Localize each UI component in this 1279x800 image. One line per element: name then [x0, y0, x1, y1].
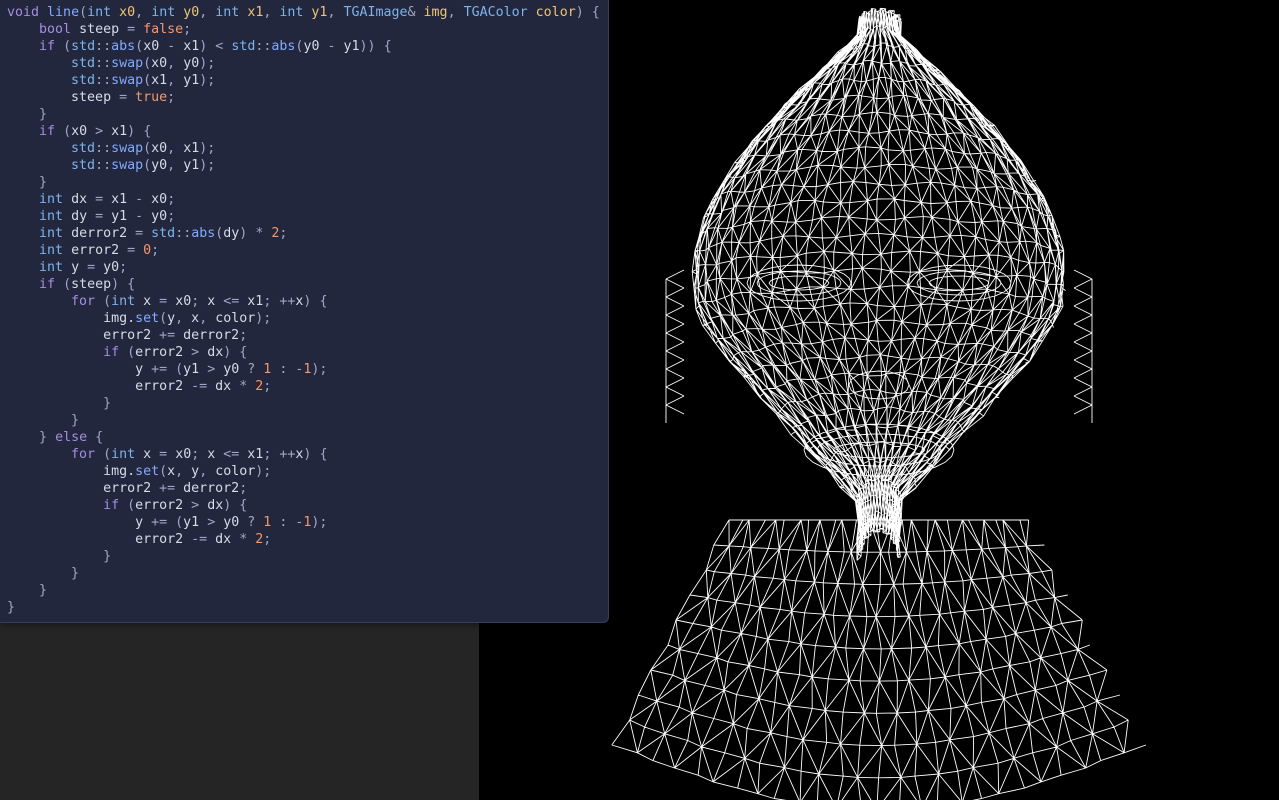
code-line: if (error2 > dx) {: [103, 498, 248, 513]
code-line: std::swap(x0, y0);: [71, 56, 216, 71]
code-line: int y = y0;: [39, 260, 128, 275]
mesh-edges: [611, 7, 1147, 800]
code-line: }: [103, 396, 112, 411]
code-line: }: [7, 600, 16, 615]
code-line: }: [71, 566, 80, 581]
code-line: int dy = y1 - y0;: [39, 209, 176, 224]
code-line: if (steep) {: [39, 277, 136, 292]
code-line: if (std::abs(x0 - x1) < std::abs(y0 - y1…: [39, 39, 392, 54]
code-line: }: [39, 107, 48, 122]
code-line: img.set(x, y, color);: [7, 464, 272, 479]
code-line: void line(int x0, int y0, int x1, int y1…: [7, 5, 600, 20]
code-line: img.set(y, x, color);: [7, 311, 272, 326]
code-line: steep = true;: [7, 90, 176, 105]
code-line: int dx = x1 - x0;: [39, 192, 176, 207]
code-line: std::swap(x0, x1);: [71, 141, 216, 156]
code-line: }: [103, 549, 112, 564]
code-line: for (int x = x0; x <= x1; ++x) {: [71, 447, 328, 462]
code-line: if (x0 > x1) {: [39, 124, 152, 139]
code-line: error2 += derror2;: [7, 481, 248, 496]
code-line: } else {: [39, 430, 104, 445]
code-line: }: [71, 413, 80, 428]
code-line: y += (y1 > y0 ? 1 : -1);: [7, 362, 328, 377]
code-line: for (int x = x0; x <= x1; ++x) {: [71, 294, 328, 309]
code-line: std::swap(y0, y1);: [71, 158, 216, 173]
code-line: }: [39, 583, 48, 598]
code-block: void line(int x0, int y0, int x1, int y1…: [7, 4, 600, 616]
code-line: error2 -= dx * 2;: [7, 532, 272, 547]
code-line: error2 += derror2;: [7, 328, 248, 343]
code-editor[interactable]: void line(int x0, int y0, int x1, int y1…: [0, 0, 609, 623]
code-line: bool steep = false;: [39, 22, 192, 37]
code-line: y += (y1 > y0 ? 1 : -1);: [7, 515, 328, 530]
code-line: int derror2 = std::abs(dy) * 2;: [39, 226, 288, 241]
code-line: int error2 = 0;: [39, 243, 160, 258]
code-line: error2 -= dx * 2;: [7, 379, 272, 394]
code-line: if (error2 > dx) {: [103, 345, 248, 360]
code-line: std::swap(x1, y1);: [71, 73, 216, 88]
code-line: }: [39, 175, 48, 190]
